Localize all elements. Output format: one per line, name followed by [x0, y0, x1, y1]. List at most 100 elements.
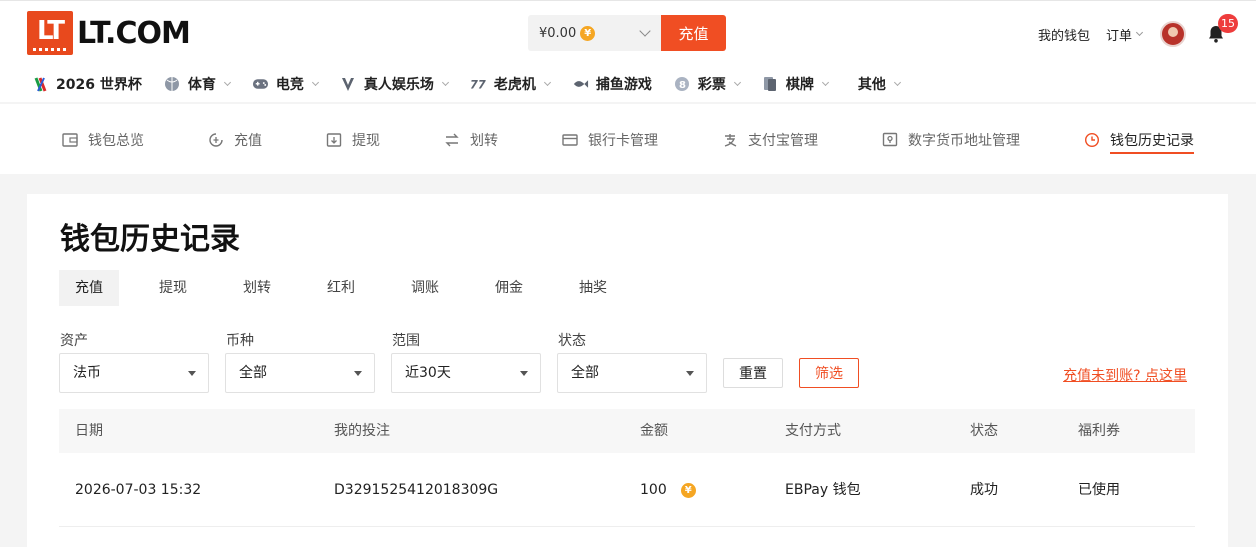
- nav-item-live-casino[interactable]: 真人娱乐场: [340, 74, 449, 94]
- notification-bell-icon[interactable]: 15: [1206, 14, 1238, 44]
- cell-status: 成功: [970, 482, 998, 498]
- status-filter-label: 状态: [558, 333, 586, 349]
- nav-label: 老虎机: [493, 77, 536, 93]
- chevron-down-icon: [1135, 28, 1144, 37]
- chevron-down-icon: [893, 78, 901, 87]
- caret-down-icon: [354, 371, 362, 376]
- type-tab-lucky-draw[interactable]: 抽奖: [551, 270, 635, 306]
- chevron-down-icon: [639, 25, 651, 37]
- tab-label: 划转: [470, 133, 498, 149]
- deposit-not-received-link[interactable]: 充值未到账? 点这里: [1063, 365, 1187, 385]
- nav-item-lottery[interactable]: 8 彩票: [674, 74, 741, 94]
- column-header-amount: 金额: [640, 423, 668, 439]
- cell-coupon: 已使用: [1078, 482, 1120, 498]
- tab-deposit[interactable]: 充值: [208, 128, 262, 152]
- chevron-down-icon: [311, 78, 319, 87]
- spade-icon: [340, 76, 357, 93]
- nav-item-fishing[interactable]: 捕鱼游戏: [572, 74, 652, 94]
- chevron-down-icon: [821, 78, 829, 87]
- cell-date: 2026-07-03 15:32: [75, 482, 202, 498]
- range-select[interactable]: 近30天: [391, 353, 541, 393]
- nav-item-esports[interactable]: 电竞: [252, 74, 319, 94]
- column-header-payment: 支付方式: [785, 423, 841, 439]
- tab-alipay-management[interactable]: 支付宝管理: [722, 128, 818, 152]
- notification-count-badge: 15: [1218, 14, 1238, 33]
- filter-button[interactable]: 筛选: [799, 358, 859, 388]
- status-select-value: 全部: [571, 365, 599, 381]
- tab-withdraw[interactable]: 提现: [326, 128, 380, 152]
- nav-item-other[interactable]: 其他: [857, 74, 901, 94]
- type-tab-bonus[interactable]: 红利: [299, 270, 383, 306]
- history-table: 日期 我的投注 金额 支付方式 状态 福利券 2026-07-03 15:32 …: [59, 409, 1195, 527]
- deposit-icon: [208, 132, 224, 148]
- nav-item-sports[interactable]: 体育: [164, 74, 231, 94]
- record-type-tabs: 充值 提现 划转 红利 调账 佣金 抽奖: [59, 270, 635, 306]
- column-header-coupon: 福利券: [1078, 423, 1120, 439]
- logo[interactable]: LT LT.COM: [27, 11, 191, 55]
- fish-icon: [572, 76, 589, 93]
- nav-label: 电竞: [275, 77, 304, 93]
- lottery-icon: 8: [674, 76, 691, 93]
- avatar[interactable]: [1160, 21, 1186, 47]
- tab-wallet-overview[interactable]: 钱包总览: [62, 128, 144, 152]
- my-wallet-link[interactable]: 我的钱包: [1038, 25, 1090, 44]
- currency-select[interactable]: 全部: [225, 353, 375, 393]
- asset-filter-label: 资产: [60, 333, 88, 349]
- reset-button[interactable]: 重置: [723, 358, 783, 388]
- range-select-value: 近30天: [405, 365, 451, 381]
- chevron-down-icon: [733, 78, 741, 87]
- svg-text:77: 77: [470, 78, 486, 91]
- balance-selector[interactable]: ¥0.00 ¥: [528, 15, 661, 51]
- tab-bank-card-management[interactable]: 银行卡管理: [562, 128, 658, 152]
- recharge-button[interactable]: 充值: [661, 15, 726, 51]
- type-tab-transfer[interactable]: 划转: [215, 270, 299, 306]
- site-header: LT LT.COM ¥0.00 ¥ 充值 我的钱包 订单 15 2026 世界杯…: [0, 0, 1256, 102]
- tab-label: 充值: [234, 133, 262, 149]
- tab-wallet-history[interactable]: 钱包历史记录: [1084, 128, 1194, 154]
- page-title: 钱包历史记录: [60, 222, 240, 257]
- nav-label: 2026 世界杯: [56, 77, 142, 93]
- yuan-coin-icon: ¥: [580, 25, 596, 41]
- range-filter-label: 范围: [392, 333, 420, 349]
- type-tab-commission[interactable]: 佣金: [467, 270, 551, 306]
- gamepad-icon: [252, 76, 269, 93]
- column-header-date: 日期: [75, 423, 103, 439]
- type-tab-adjustment[interactable]: 调账: [383, 270, 467, 306]
- wallet-tabs: 钱包总览 充值 提现 划转 银行卡管理 支付宝管理 数字货币地址管理 钱包历史记…: [0, 104, 1256, 174]
- withdraw-icon: [326, 132, 342, 148]
- alipay-icon: [722, 132, 738, 148]
- currency-select-value: 全部: [239, 365, 267, 381]
- amount-value: 100: [640, 482, 667, 498]
- caret-down-icon: [520, 371, 528, 376]
- cell-payment-method: EBPay 钱包: [785, 482, 861, 498]
- nav-item-slots[interactable]: 77 老虎机: [470, 74, 551, 94]
- crypto-address-icon: [882, 132, 898, 148]
- tab-transfer[interactable]: 划转: [444, 128, 498, 152]
- column-header-bet: 我的投注: [334, 423, 390, 439]
- nav-label: 其他: [857, 77, 886, 93]
- caret-down-icon: [188, 371, 196, 376]
- tab-crypto-address-management[interactable]: 数字货币地址管理: [882, 128, 1020, 152]
- asset-select[interactable]: 法币: [59, 353, 209, 393]
- tab-label: 提现: [352, 133, 380, 149]
- wallet-icon: [62, 132, 78, 148]
- tab-label: 支付宝管理: [748, 133, 818, 149]
- transfer-icon: [444, 132, 460, 148]
- tab-label: 钱包历史记录: [1110, 130, 1194, 154]
- balance-amount: ¥0.00: [539, 25, 577, 41]
- history-clock-icon: [1084, 132, 1100, 148]
- main-nav: 2026 世界杯 体育 电竞 真人娱乐场 77 老虎机 捕鱼游戏 8 彩票 棋牌: [32, 71, 922, 97]
- status-select[interactable]: 全部: [557, 353, 707, 393]
- chevron-down-icon: [543, 78, 551, 87]
- orders-menu[interactable]: 订单: [1106, 25, 1144, 44]
- ball-icon: [164, 76, 181, 93]
- nav-item-worldcup[interactable]: 2026 世界杯: [32, 74, 142, 94]
- slot-icon: 77: [470, 76, 487, 93]
- table-row[interactable]: 2026-07-03 15:32 D3291525412018309G 100 …: [59, 453, 1195, 527]
- column-header-status: 状态: [970, 423, 998, 439]
- user-menu: 我的钱包 订单 15: [1038, 14, 1238, 51]
- type-tab-deposit[interactable]: 充值: [59, 270, 119, 306]
- type-tab-withdraw[interactable]: 提现: [131, 270, 215, 306]
- tab-label: 数字货币地址管理: [908, 133, 1020, 149]
- nav-item-chess-cards[interactable]: 棋牌: [762, 74, 829, 94]
